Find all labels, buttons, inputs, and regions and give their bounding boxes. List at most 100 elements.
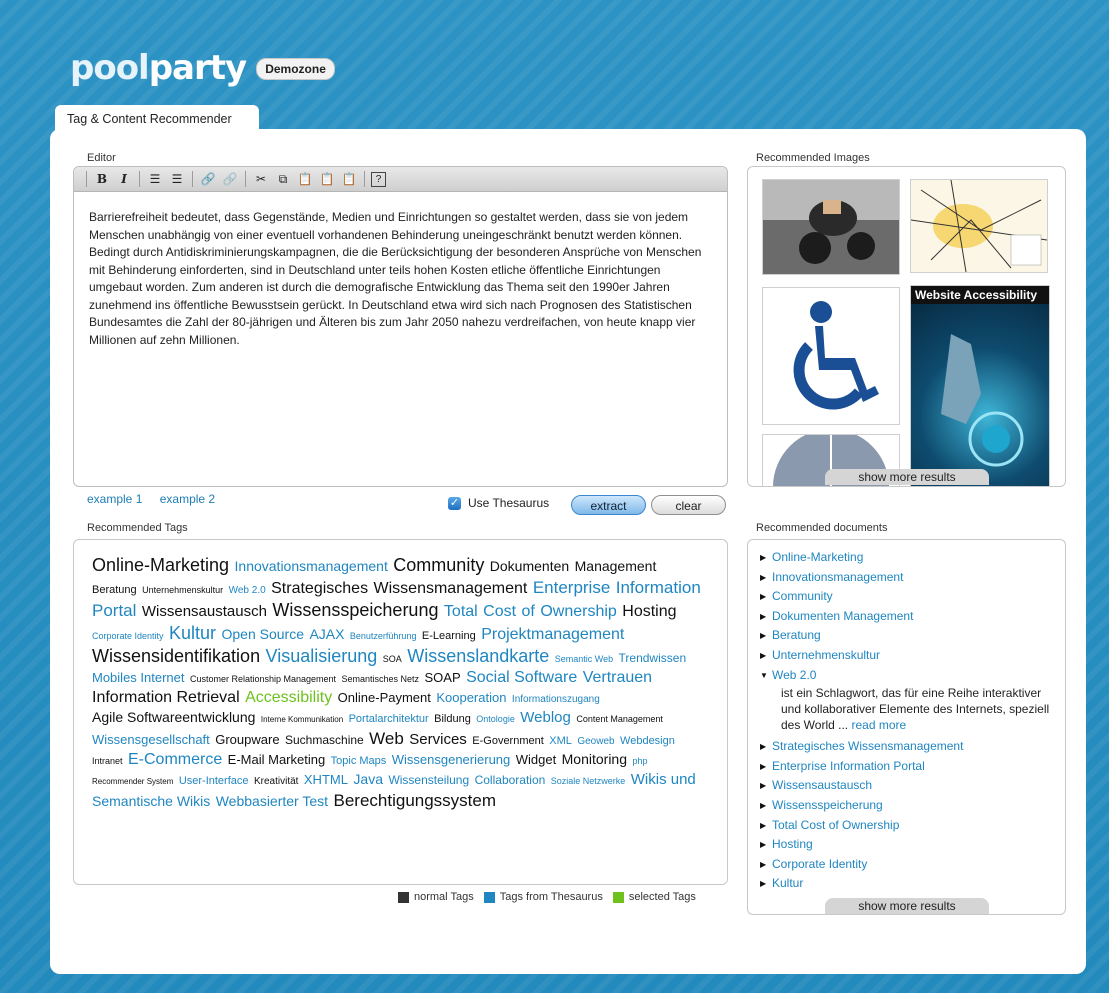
- tag[interactable]: Wissensspeicherung: [272, 600, 438, 620]
- tag[interactable]: Information: [616, 578, 701, 597]
- tag[interactable]: Agile Softwareentwicklung: [92, 709, 255, 725]
- triangle-right-icon[interactable]: ▶: [760, 757, 772, 777]
- bold-button[interactable]: B: [93, 170, 111, 188]
- use-thesaurus-checkbox[interactable]: ✓: [448, 496, 461, 510]
- tag[interactable]: Berechtigungssystem: [334, 791, 497, 810]
- tag[interactable]: Java: [353, 771, 383, 787]
- triangle-right-icon[interactable]: ▶: [760, 568, 772, 588]
- document-item[interactable]: ▶ Online-Marketing: [760, 548, 1060, 568]
- triangle-right-icon[interactable]: ▶: [760, 796, 772, 816]
- tag[interactable]: Wikis und: [631, 771, 696, 788]
- tag[interactable]: Strategisches: [271, 580, 368, 597]
- tag[interactable]: Bildung: [434, 713, 471, 725]
- tag[interactable]: XML: [549, 735, 572, 747]
- tag[interactable]: Portalarchitektur: [349, 713, 429, 725]
- document-link[interactable]: Wissensspeicherung: [772, 796, 883, 816]
- document-item[interactable]: ▶ Enterprise Information Portal: [760, 757, 1060, 777]
- tag[interactable]: Ontologie: [476, 714, 515, 724]
- tag[interactable]: Total: [444, 603, 478, 620]
- tag[interactable]: Web: [369, 729, 404, 748]
- read-more-link[interactable]: read more: [851, 718, 906, 732]
- tag[interactable]: E-Commerce: [128, 751, 222, 768]
- triangle-right-icon[interactable]: ▶: [760, 816, 772, 836]
- tag[interactable]: Projektmanagement: [481, 626, 624, 643]
- tag[interactable]: Wissenslandkarte: [407, 646, 549, 666]
- document-item[interactable]: ▶ Total Cost of Ownership: [760, 816, 1060, 836]
- tag[interactable]: Geoweb: [577, 736, 614, 747]
- tag[interactable]: Corporate Identity: [92, 631, 164, 641]
- tag[interactable]: Web 2.0: [229, 585, 266, 596]
- tag[interactable]: Unternehmenskultur: [142, 585, 223, 595]
- cut-icon[interactable]: ✂: [252, 170, 270, 188]
- italic-button[interactable]: I: [115, 170, 133, 188]
- tag[interactable]: Intranet: [92, 756, 123, 766]
- tag[interactable]: Kreativität: [254, 776, 298, 787]
- document-link[interactable]: Enterprise Information Portal: [772, 757, 925, 777]
- tag[interactable]: User-Interface: [179, 775, 249, 787]
- tag[interactable]: Webdesign: [620, 735, 675, 747]
- tag[interactable]: AJAX: [309, 626, 344, 642]
- link-icon[interactable]: 🔗: [199, 170, 217, 188]
- triangle-right-icon[interactable]: ▶: [760, 776, 772, 796]
- triangle-right-icon[interactable]: ▶: [760, 737, 772, 757]
- document-item[interactable]: ▶ Corporate Identity: [760, 855, 1060, 875]
- example-2-link[interactable]: example 2: [160, 492, 215, 506]
- editor[interactable]: B I ☰ ☰ 🔗 🔗 ✂ ⧉ 📋 📋 📋 ? Barrierefreiheit…: [73, 166, 728, 487]
- document-link[interactable]: Strategisches Wissensmanagement: [772, 737, 963, 757]
- tag[interactable]: Ownership: [540, 603, 616, 620]
- tag[interactable]: Weblog: [520, 709, 571, 726]
- image-map-thumbnail[interactable]: [910, 179, 1048, 273]
- document-item[interactable]: ▶ Hosting: [760, 835, 1060, 855]
- unlink-icon[interactable]: 🔗: [221, 170, 239, 188]
- document-link[interactable]: Community: [772, 587, 833, 607]
- document-item[interactable]: ▶ Beratung: [760, 626, 1060, 646]
- paste-icon[interactable]: 📋: [296, 170, 314, 188]
- tag[interactable]: Trendwissen: [619, 651, 687, 665]
- tag[interactable]: Online-Payment: [338, 690, 431, 705]
- tag[interactable]: Online-Marketing: [92, 555, 229, 575]
- triangle-right-icon[interactable]: ▶: [760, 835, 772, 855]
- document-link[interactable]: Dokumenten Management: [772, 607, 913, 627]
- tag[interactable]: Hosting: [622, 603, 676, 620]
- use-thesaurus[interactable]: ✓ Use Thesaurus: [448, 496, 549, 510]
- tag[interactable]: Kultur: [169, 623, 216, 643]
- tag[interactable]: Groupware: [215, 732, 279, 747]
- triangle-right-icon[interactable]: ▶: [760, 874, 772, 894]
- triangle-right-icon[interactable]: ▶: [760, 587, 772, 607]
- tag[interactable]: E-Government: [472, 735, 544, 747]
- tag[interactable]: Interne Kommunikation: [261, 715, 343, 724]
- tag[interactable]: XHTML: [304, 772, 348, 787]
- tag[interactable]: SOA: [383, 654, 402, 664]
- document-item[interactable]: ▶ Wissensaustausch: [760, 776, 1060, 796]
- paste-text-icon[interactable]: 📋: [318, 170, 336, 188]
- tag[interactable]: Soziale Netzwerke: [551, 776, 626, 786]
- tag[interactable]: SOAP: [424, 670, 460, 685]
- example-1-link[interactable]: example 1: [87, 492, 142, 506]
- document-link[interactable]: Beratung: [772, 626, 821, 646]
- tag[interactable]: Semantische Wikis: [92, 793, 210, 809]
- tag[interactable]: Innovationsmanagement: [235, 558, 388, 574]
- tag[interactable]: Wissensgenerierung: [392, 752, 511, 767]
- tag[interactable]: Beratung: [92, 584, 137, 596]
- document-item[interactable]: ▶ Dokumenten Management: [760, 607, 1060, 627]
- document-item[interactable]: ▶ Unternehmenskultur: [760, 646, 1060, 666]
- tag[interactable]: Recommender System: [92, 777, 173, 786]
- tag[interactable]: Suchmaschine: [285, 733, 364, 747]
- help-icon[interactable]: ?: [371, 171, 386, 187]
- tag[interactable]: of: [522, 603, 535, 620]
- triangle-down-icon[interactable]: ▼: [760, 666, 772, 686]
- extract-button[interactable]: extract: [571, 495, 646, 515]
- tag[interactable]: Accessibility: [245, 689, 332, 706]
- tag[interactable]: E-Mail Marketing: [228, 752, 326, 767]
- image-segway-thumbnail[interactable]: [762, 179, 900, 275]
- tag[interactable]: Topic Maps: [331, 755, 387, 767]
- document-item[interactable]: ▶ Wissensspeicherung: [760, 796, 1060, 816]
- tag[interactable]: Semantic Web: [555, 654, 613, 664]
- tag[interactable]: Wissensaustausch: [142, 603, 267, 620]
- editor-content[interactable]: Barrierefreiheit bedeutet, dass Gegenstä…: [74, 192, 727, 349]
- tag[interactable]: Wissensidentifikation: [92, 646, 260, 666]
- tag[interactable]: Wissensgesellschaft: [92, 732, 210, 747]
- document-item[interactable]: ▶ Innovationsmanagement: [760, 568, 1060, 588]
- tag[interactable]: Widget: [516, 752, 556, 767]
- triangle-right-icon[interactable]: ▶: [760, 626, 772, 646]
